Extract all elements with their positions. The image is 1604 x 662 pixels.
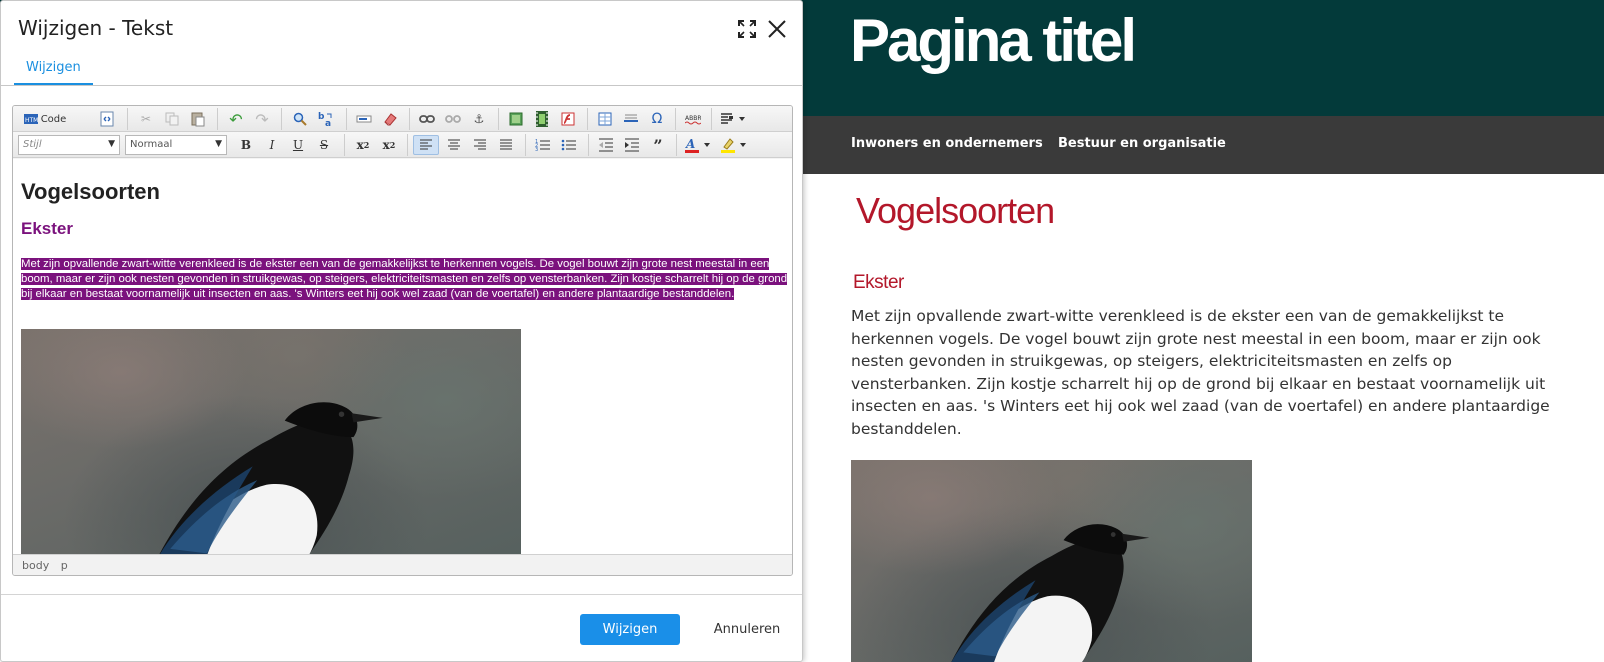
redo-icon[interactable]: ↷ xyxy=(252,109,272,129)
editor-content-area[interactable]: Vogelsoorten Ekster Met zijn opvallende … xyxy=(13,159,792,554)
format-select[interactable]: Normaal ▼ xyxy=(125,135,227,155)
underline-button[interactable]: U xyxy=(288,135,308,155)
image-icon[interactable] xyxy=(506,109,526,129)
style-select[interactable]: Stijl ▼ xyxy=(18,135,120,155)
cut-icon[interactable]: ✂ xyxy=(136,109,156,129)
bullet-list-icon[interactable] xyxy=(559,135,579,155)
close-icon[interactable] xyxy=(766,18,788,40)
maximize-icon[interactable] xyxy=(736,18,758,40)
blockquote-icon[interactable]: ” xyxy=(648,135,668,155)
blocks-menu-icon[interactable] xyxy=(719,109,749,129)
footer-divider xyxy=(1,594,802,595)
nav-item-bestuur[interactable]: Bestuur en organisatie xyxy=(1058,136,1226,151)
italic-button[interactable]: I xyxy=(262,135,282,155)
tab-wijzigen[interactable]: Wijzigen xyxy=(14,60,93,85)
source-code-button[interactable]: HTML Code xyxy=(21,109,69,129)
svg-text:a: a xyxy=(325,119,331,127)
paste-icon[interactable] xyxy=(188,109,208,129)
background-color-icon[interactable] xyxy=(720,135,750,155)
svg-text:3: 3 xyxy=(535,147,538,152)
remove-format-icon[interactable] xyxy=(380,109,400,129)
align-right-button[interactable] xyxy=(470,135,490,155)
indent-icon[interactable] xyxy=(622,135,642,155)
svg-text:HTML: HTML xyxy=(25,117,38,124)
cancel-button[interactable]: Annuleren xyxy=(699,614,795,645)
strikethrough-button[interactable]: S xyxy=(314,135,334,155)
superscript-button[interactable]: x2 xyxy=(379,135,399,155)
editor-magpie-image[interactable] xyxy=(21,329,521,554)
anchor-icon[interactable]: ⚓ xyxy=(469,109,489,129)
site-page-title: Pagina titel xyxy=(850,7,1137,74)
select-all-icon[interactable] xyxy=(354,109,374,129)
preview-icon[interactable] xyxy=(97,109,117,129)
undo-icon[interactable]: ↶ xyxy=(226,109,246,129)
editor-subheading: Ekster xyxy=(21,219,73,238)
video-icon[interactable] xyxy=(532,109,552,129)
toolbar-row-2: Stijl ▼ Normaal ▼ B I U S x2 x2 1 2 3 ” … xyxy=(13,132,792,158)
outdent-icon[interactable] xyxy=(596,135,616,155)
text-color-icon[interactable]: A xyxy=(684,135,714,155)
chevron-down-icon: ▼ xyxy=(215,139,222,149)
replace-icon[interactable]: ba xyxy=(316,109,336,129)
element-path-bar: body p xyxy=(13,554,792,575)
editor-selected-paragraph: Met zijn opvallende zwart-witte verenkle… xyxy=(21,258,788,300)
edit-text-dialog: Wijzigen - Tekst Wijzigen HTML Code xyxy=(0,0,803,662)
link-icon[interactable] xyxy=(417,109,437,129)
site-subheading: Ekster xyxy=(853,272,904,293)
svg-text:b: b xyxy=(318,112,325,122)
align-justify-button[interactable] xyxy=(496,135,516,155)
align-left-button[interactable] xyxy=(413,135,439,155)
copy-icon[interactable] xyxy=(162,109,182,129)
nav-item-inwoners[interactable]: Inwoners en ondernemers xyxy=(851,136,1043,151)
table-icon[interactable] xyxy=(595,109,615,129)
find-icon[interactable] xyxy=(290,109,310,129)
numbered-list-icon[interactable]: 123 xyxy=(533,135,553,155)
spellcheck-icon[interactable]: ABBR xyxy=(683,109,703,129)
screen: Pagina titel Inwoners en ondernemers Bes… xyxy=(0,0,1604,662)
path-p[interactable]: p xyxy=(61,559,68,572)
toolbar-row-1: HTML Code ✂ ↶ ↷ xyxy=(13,106,792,132)
bold-button[interactable]: B xyxy=(236,135,256,155)
tab-divider xyxy=(1,85,802,86)
save-button[interactable]: Wijzigen xyxy=(580,614,680,645)
unlink-icon[interactable] xyxy=(443,109,463,129)
rich-text-editor: HTML Code ✂ ↶ ↷ xyxy=(12,105,793,576)
svg-text:A: A xyxy=(685,137,695,151)
site-heading: Vogelsoorten xyxy=(856,190,1055,231)
special-char-icon[interactable]: Ω xyxy=(647,109,667,129)
chevron-down-icon: ▼ xyxy=(108,139,115,149)
dialog-title: Wijzigen - Tekst xyxy=(18,16,174,40)
svg-text:ABBR: ABBR xyxy=(685,115,701,122)
flash-icon[interactable] xyxy=(558,109,578,129)
align-center-button[interactable] xyxy=(444,135,464,155)
site-paragraph: Met zijn opvallende zwart-witte verenkle… xyxy=(851,307,1550,438)
path-body[interactable]: body xyxy=(22,559,49,572)
subscript-button[interactable]: x2 xyxy=(353,135,373,155)
horizontal-line-icon[interactable] xyxy=(621,109,641,129)
editor-heading: Vogelsoorten xyxy=(21,179,160,204)
site-magpie-image xyxy=(851,460,1252,662)
